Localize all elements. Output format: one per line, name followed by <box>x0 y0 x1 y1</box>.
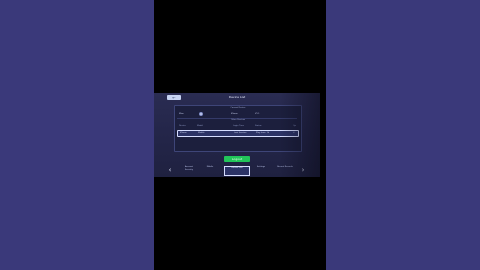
right-background <box>326 0 480 270</box>
column-header: Device <box>179 125 186 127</box>
column-header: Status <box>255 125 262 127</box>
other-devices-header: Other Devices <box>230 119 246 121</box>
tab-account-security[interactable]: Account Security <box>181 166 197 174</box>
current-device-model: iPhone <box>231 113 238 115</box>
screen-title: Device List <box>228 95 246 99</box>
left-background <box>0 0 154 270</box>
back-arrow-icon: ← <box>172 95 176 100</box>
table-cell: Last Session <box>234 132 247 134</box>
next-arrow-icon[interactable]: › <box>300 166 306 174</box>
table-cell: iPhone <box>180 132 187 134</box>
current-device-status: V1.1 <box>255 113 260 115</box>
table-cell: Play time: 1h <box>256 132 270 134</box>
remove-device-icon[interactable]: ✕ <box>293 131 295 136</box>
tab-recent-records[interactable]: Recent Records <box>274 166 296 174</box>
device-avatar-icon <box>199 112 203 116</box>
device-panel: Current Device Mine iPhone V1.1 Other De… <box>174 105 302 152</box>
back-button[interactable]: ← <box>167 95 181 100</box>
tab-settings[interactable]: Settings <box>254 166 268 174</box>
current-device-row: Mine iPhone V1.1 <box>177 111 297 118</box>
tab-mobile[interactable]: Mobile <box>204 166 216 174</box>
table-header: Device Model Login Time Status Op <box>177 124 297 129</box>
logout-button[interactable]: Logout <box>224 156 250 162</box>
table-cell: Mobile <box>198 132 205 134</box>
prev-arrow-icon[interactable]: ‹ <box>167 166 173 174</box>
column-header: Op <box>293 125 296 127</box>
current-device-label: Mine <box>179 113 184 115</box>
column-header: Model <box>197 125 204 127</box>
column-header: Login Time <box>233 125 244 127</box>
tab-device-list[interactable]: Device List <box>224 166 250 176</box>
current-device-header: Current Device <box>230 107 246 109</box>
game-screen: ← Device List Current Device Mine iPhone… <box>154 93 320 177</box>
table-row-selected[interactable]: iPhone Mobile Last Session Play time: 1h… <box>177 130 299 137</box>
